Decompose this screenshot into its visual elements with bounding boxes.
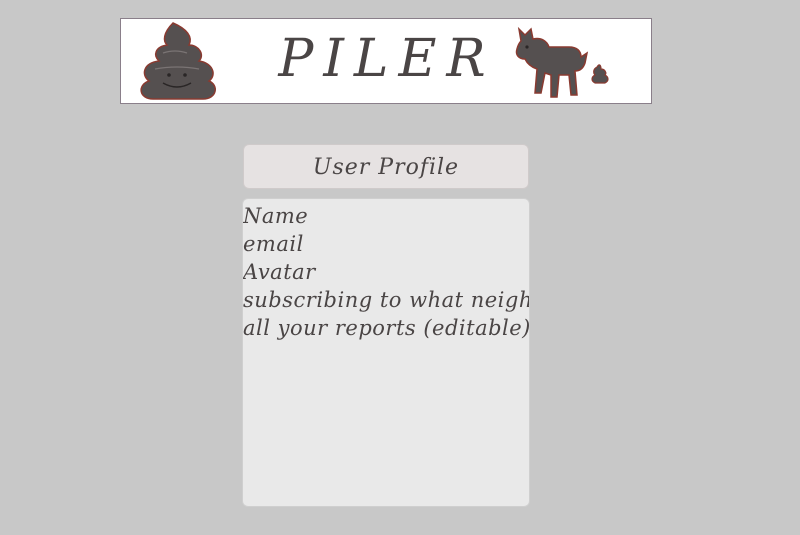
profile-header: User Profile	[243, 144, 529, 189]
site-banner: PILER	[120, 18, 652, 104]
profile-field-email: email	[243, 232, 304, 256]
profile-panel: Name email Avatar subscribing to what ne…	[242, 198, 530, 507]
profile-field-subscriptions: subscribing to what neighb	[243, 288, 530, 312]
profile-field-list: Name email Avatar subscribing to what ne…	[243, 199, 529, 342]
dog-pooping-icon	[515, 26, 609, 98]
profile-field-avatar: Avatar	[243, 260, 316, 284]
profile-field-name: Name	[243, 204, 309, 228]
profile-field-reports: all your reports (editable)	[243, 316, 530, 340]
profile-heading: User Profile	[312, 155, 460, 180]
